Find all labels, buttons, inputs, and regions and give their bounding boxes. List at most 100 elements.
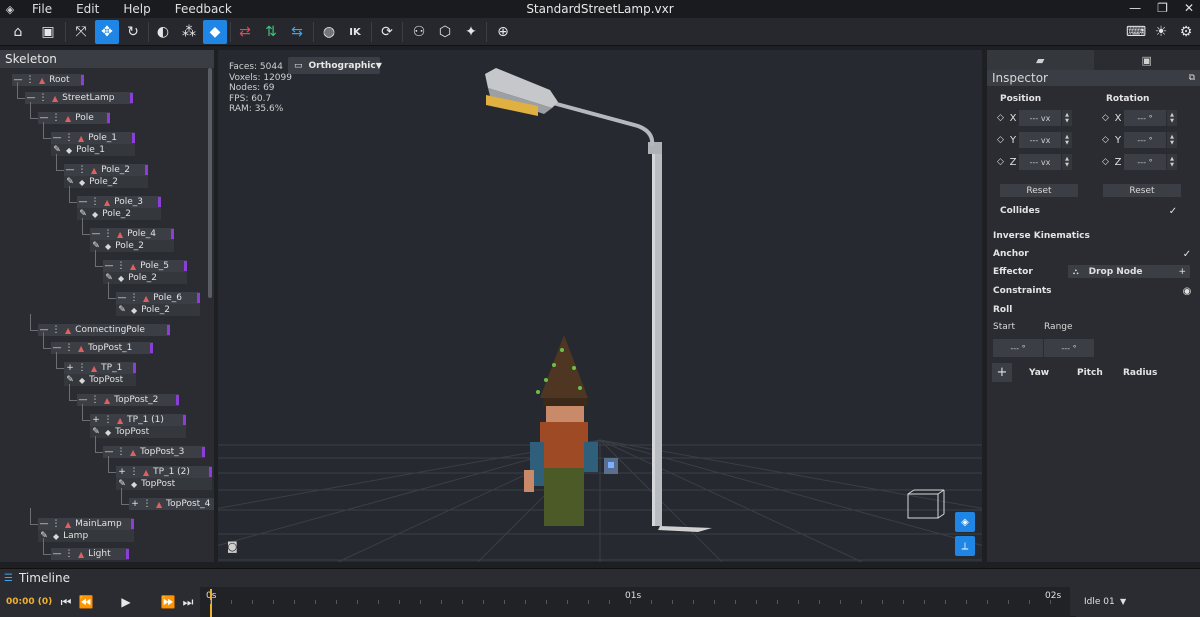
tree-node[interactable]: —⋮▲TopPost_2 [77, 394, 179, 406]
position-z-field[interactable]: --- vx [1019, 154, 1061, 170]
inspector-tab-icon[interactable]: ▣ [1094, 50, 1200, 70]
hierarchy-icon[interactable]: ⚇ [407, 20, 431, 44]
add-icon[interactable]: + [1178, 267, 1186, 277]
tree-node[interactable]: +⋮▲TP_1 (1)✎◆TopPost [90, 414, 186, 438]
edit-pencil-icon[interactable]: ✎ [91, 241, 101, 251]
group-cubes-icon[interactable]: ⁂ [177, 20, 201, 44]
menu-feedback[interactable]: Feedback [163, 2, 244, 16]
position-y-field[interactable]: --- vx [1019, 132, 1061, 148]
edit-pencil-icon[interactable]: ✎ [65, 375, 75, 385]
rotation-x-stepper[interactable]: ▲▼ [1167, 110, 1177, 126]
keyboard-icon[interactable]: ⌨ [1124, 20, 1148, 44]
collides-checkbox[interactable]: ✓ [1167, 205, 1179, 217]
node-menu-icon[interactable]: ⋮ [64, 343, 74, 353]
ik-button[interactable]: IK [343, 20, 367, 44]
collapse-toggle-icon[interactable]: — [52, 343, 62, 353]
node-menu-icon[interactable]: ⋮ [64, 133, 74, 143]
collapse-toggle-icon[interactable]: — [91, 229, 101, 239]
collapse-toggle-icon[interactable]: + [130, 499, 140, 509]
collapse-toggle-icon[interactable]: — [65, 165, 75, 175]
edit-pencil-icon[interactable]: ✎ [117, 305, 127, 315]
rotation-x-field[interactable]: --- ° [1124, 110, 1166, 126]
position-x-stepper[interactable]: ▲▼ [1062, 110, 1072, 126]
node-menu-icon[interactable]: ⋮ [116, 261, 126, 271]
edit-pencil-icon[interactable]: ✎ [104, 273, 114, 283]
collapse-toggle-icon[interactable]: — [117, 293, 127, 303]
cube-icon[interactable]: ◆ [203, 20, 227, 44]
orientation-gizmo-icon[interactable] [908, 490, 944, 518]
rotation-y-stepper[interactable]: ▲▼ [1167, 132, 1177, 148]
node-menu-icon[interactable]: ⋮ [142, 499, 152, 509]
node-menu-icon[interactable]: ⋮ [129, 467, 139, 477]
tree-node[interactable]: —⋮▲Pole_3✎◆Pole_2 [77, 196, 161, 220]
collapse-toggle-icon[interactable]: + [91, 415, 101, 425]
rotation-y-field[interactable]: --- ° [1124, 132, 1166, 148]
node-menu-icon[interactable]: ⋮ [51, 325, 61, 335]
node-menu-icon[interactable]: ⋮ [129, 293, 139, 303]
save-icon[interactable]: ▣ [36, 20, 60, 44]
collapse-toggle-icon[interactable]: — [39, 113, 49, 123]
tree-node[interactable]: —⋮▲Root [12, 74, 84, 86]
tree-node[interactable]: —⋮▲Pole_5✎◆Pole_2 [103, 260, 187, 284]
swap-z-icon[interactable]: ⇆ [285, 20, 309, 44]
reset-position-button[interactable]: Reset [1000, 184, 1078, 197]
edit-pencil-icon[interactable]: ✎ [117, 479, 127, 489]
globe-icon[interactable]: ◍ [317, 20, 341, 44]
folder-tab-icon[interactable]: ▰ [987, 50, 1094, 70]
collapse-toggle-icon[interactable]: — [52, 133, 62, 143]
tree-node[interactable]: +⋮▲TP_1 (2)✎◆TopPost [116, 466, 212, 490]
node-menu-icon[interactable]: ⋮ [116, 447, 126, 457]
tree-node[interactable]: —⋮▲Pole_2✎◆Pole_2 [64, 164, 148, 188]
keyframe-diamond-icon[interactable]: ◇ [997, 135, 1007, 145]
loop-icon[interactable]: ⟳ [375, 20, 399, 44]
rotation-z-field[interactable]: --- ° [1124, 154, 1166, 170]
collapse-toggle-icon[interactable]: — [104, 447, 114, 457]
collapse-toggle-icon[interactable]: — [78, 197, 88, 207]
screenshot-camera-icon[interactable]: ◙ [227, 540, 238, 553]
timeline-menu-icon[interactable]: ☰ [4, 573, 13, 584]
node-menu-icon[interactable]: ⋮ [64, 549, 74, 559]
tree-node[interactable]: —⋮▲Pole [38, 112, 110, 124]
position-z-stepper[interactable]: ▲▼ [1062, 154, 1072, 170]
lightbulb-icon[interactable]: ☀ [1149, 20, 1173, 44]
tree-node[interactable]: +⋮▲TP_1✎◆TopPost [64, 362, 136, 386]
tree-node[interactable]: —⋮▲StreetLamp [25, 92, 133, 104]
scale-tool-icon[interactable]: ⤧ [69, 20, 93, 44]
swap-y-icon[interactable]: ⇅ [259, 20, 283, 44]
keyframe-diamond-icon[interactable]: ◇ [1102, 135, 1112, 145]
wireframe-cube-icon[interactable]: ⬡ [433, 20, 457, 44]
node-menu-icon[interactable]: ⋮ [51, 113, 61, 123]
collapse-toggle-icon[interactable]: + [117, 467, 127, 477]
collapse-toggle-icon[interactable]: — [52, 549, 62, 559]
tree-node[interactable]: —⋮▲ConnectingPole [38, 324, 170, 336]
edit-pencil-icon[interactable]: ✎ [78, 209, 88, 219]
position-y-stepper[interactable]: ▲▼ [1062, 132, 1072, 148]
roll-start-field[interactable]: --- ° [993, 339, 1043, 357]
tree-node[interactable]: —⋮▲TopPost_3 [103, 446, 205, 458]
edit-pencil-icon[interactable]: ✎ [52, 145, 62, 155]
collapse-toggle-icon[interactable]: — [13, 75, 23, 85]
popout-icon[interactable]: ⧉ [1189, 73, 1195, 83]
projection-dropdown[interactable]: ▭ Orthographic ▼ [288, 57, 380, 74]
node-menu-icon[interactable]: ⋮ [25, 75, 35, 85]
axes-toggle-icon[interactable]: ⟂ [955, 536, 975, 556]
menu-edit[interactable]: Edit [64, 2, 111, 16]
keyframe-diamond-icon[interactable]: ◇ [1102, 113, 1112, 123]
position-x-field[interactable]: --- vx [1019, 110, 1061, 126]
rotation-z-stepper[interactable]: ▲▼ [1167, 154, 1177, 170]
keyframe-diamond-icon[interactable]: ◇ [997, 157, 1007, 167]
skeleton-scrollbar[interactable] [208, 68, 212, 298]
node-menu-icon[interactable]: ⋮ [90, 395, 100, 405]
keyframe-diamond-icon[interactable]: ◇ [997, 113, 1007, 123]
tree-node[interactable]: +⋮▲TopPost_4 [129, 498, 214, 510]
crosshair-icon[interactable]: ⊕ [491, 20, 515, 44]
animation-selector[interactable]: Idle 01 ▼ [1076, 587, 1200, 617]
collapse-toggle-icon[interactable]: — [26, 93, 36, 103]
sparkle-icon[interactable]: ✦ [459, 20, 483, 44]
skip-start-icon[interactable]: ⏮ [58, 593, 74, 611]
timeline-track[interactable]: 0s 01s 02s [200, 587, 1070, 617]
step-forward-icon[interactable]: ⏩ [160, 593, 176, 611]
node-menu-icon[interactable]: ⋮ [51, 519, 61, 529]
rotate-tool-icon[interactable]: ↻ [121, 20, 145, 44]
menu-help[interactable]: Help [111, 2, 162, 16]
